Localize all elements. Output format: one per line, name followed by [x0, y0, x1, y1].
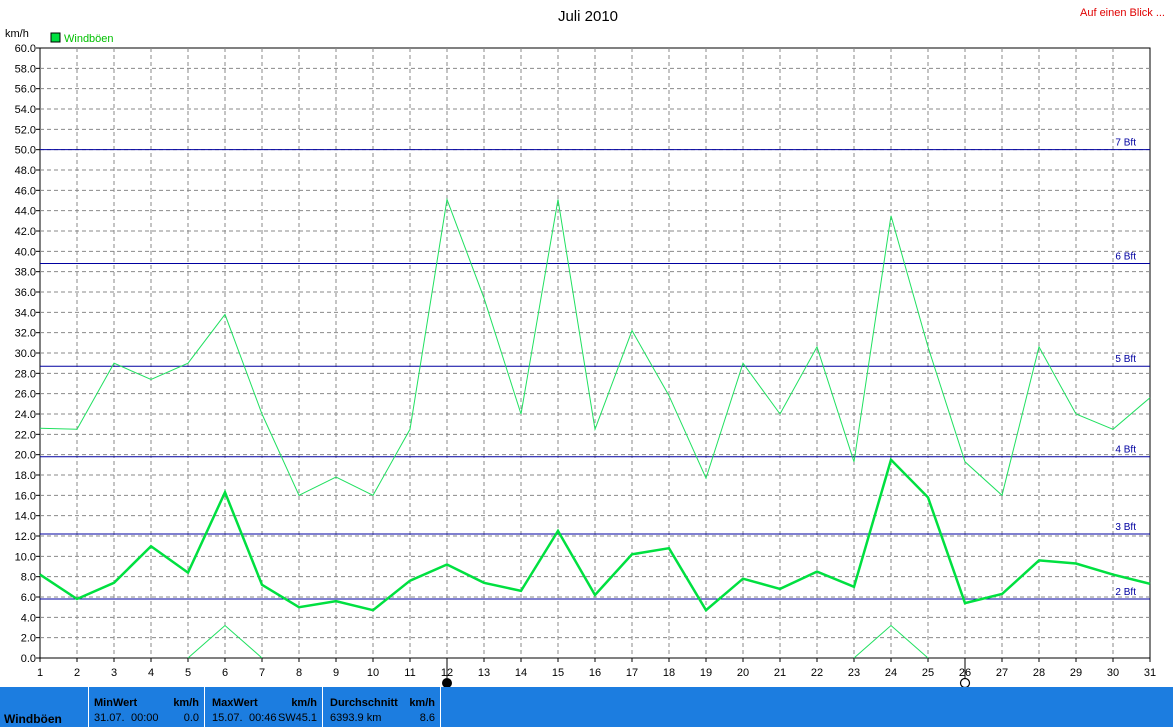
y-tick-label: 18.0	[15, 470, 36, 482]
y-tick-label: 50.0	[15, 145, 36, 157]
chart-title: Juli 2010	[558, 8, 618, 25]
y-tick-label: 38.0	[15, 267, 36, 279]
x-tick-label: 30	[1107, 667, 1119, 679]
y-tick-label: 10.0	[15, 551, 36, 563]
y-tick-label: 22.0	[15, 429, 36, 441]
x-tick-label: 29	[1070, 667, 1082, 679]
beaufort-label: 7 Bft	[1115, 138, 1136, 149]
min-time: 00:00	[131, 712, 159, 724]
max-date: 15.07.	[212, 712, 243, 724]
avg-header: Durchschnitt	[330, 697, 398, 709]
max-direction: SW	[278, 712, 296, 724]
x-tick-label: 7	[259, 667, 265, 679]
y-tick-label: 58.0	[15, 63, 36, 75]
x-tick-label: 21	[774, 667, 786, 679]
x-tick-label: 2	[74, 667, 80, 679]
y-tick-label: 28.0	[15, 368, 36, 380]
x-tick-label: 9	[333, 667, 339, 679]
y-unit-label: km/h	[5, 28, 29, 40]
x-tick-label: 5	[185, 667, 191, 679]
x-tick-label: 20	[737, 667, 749, 679]
footer-min-cell: MinWert km/h 31.07. 00:00 0.0	[88, 687, 205, 727]
stats-footer: Windböen MinWert km/h 31.07. 00:00 0.0 M…	[0, 687, 1173, 727]
avg-value: 8.6	[419, 712, 435, 724]
x-tick-label: 27	[996, 667, 1008, 679]
y-tick-label: 52.0	[15, 124, 36, 136]
y-tick-label: 24.0	[15, 409, 36, 421]
y-tick-label: 2.0	[21, 633, 36, 645]
y-tick-label: 42.0	[15, 226, 36, 238]
y-tick-label: 40.0	[15, 246, 36, 258]
y-tick-label: 34.0	[15, 307, 36, 319]
x-tick-label: 13	[478, 667, 490, 679]
legend-label: Windböen	[64, 33, 114, 45]
overview-link[interactable]: Auf einen Blick ...	[1080, 7, 1165, 19]
beaufort-label: 4 Bft	[1115, 445, 1136, 456]
avg-distance: 6393.9 km	[330, 712, 382, 724]
y-tick-label: 16.0	[15, 490, 36, 502]
max-time: 00:46	[249, 712, 277, 724]
beaufort-label: 5 Bft	[1115, 354, 1136, 365]
x-tick-label: 28	[1033, 667, 1045, 679]
x-tick-label: 3	[111, 667, 117, 679]
new-moon-icon	[959, 677, 971, 687]
y-tick-label: 30.0	[15, 348, 36, 360]
x-tick-label: 17	[626, 667, 638, 679]
x-tick-label: 19	[700, 667, 712, 679]
y-tick-label: 48.0	[15, 165, 36, 177]
y-tick-label: 36.0	[15, 287, 36, 299]
x-tick-label: 18	[663, 667, 675, 679]
x-tick-label: 1	[37, 667, 43, 679]
x-tick-label: 24	[885, 667, 897, 679]
y-tick-label: 14.0	[15, 511, 36, 523]
beaufort-label: 2 Bft	[1115, 587, 1136, 598]
min-header: MinWert	[94, 697, 138, 709]
y-tick-label: 60.0	[15, 43, 36, 55]
x-tick-label: 15	[552, 667, 564, 679]
x-tick-label: 25	[922, 667, 934, 679]
footer-avg-cell: Durchschnitt km/h 6393.9 km 8.6	[322, 687, 441, 727]
full-moon-icon	[442, 678, 452, 687]
footer-series-label: Windböen	[4, 712, 62, 726]
min-value: 0.0	[183, 712, 199, 724]
beaufort-label: 6 Bft	[1115, 252, 1136, 263]
y-tick-label: 54.0	[15, 104, 36, 116]
min-date: 31.07.	[94, 712, 125, 724]
y-tick-label: 56.0	[15, 84, 36, 96]
max-unit: km/h	[291, 697, 317, 709]
x-tick-label: 10	[367, 667, 379, 679]
y-tick-label: 46.0	[15, 185, 36, 197]
x-tick-label: 6	[222, 667, 228, 679]
y-tick-label: 32.0	[15, 328, 36, 340]
x-tick-label: 16	[589, 667, 601, 679]
y-tick-label: 0.0	[21, 653, 36, 665]
plot-area: 0.0 2.0 4.0 6.0 8.0 10.0 12.0 14.0 16.0 18.0 20.0 2…	[15, 43, 1156, 687]
max-value: 45.1	[295, 712, 317, 724]
x-tick-label: 11	[404, 667, 415, 679]
x-tick-label: 8	[296, 667, 302, 679]
footer-max-cell: MaxWert km/h 15.07. 00:46 SW 45.1	[204, 687, 323, 727]
x-tick-label: 22	[811, 667, 823, 679]
y-tick-label: 12.0	[15, 531, 36, 543]
legend-swatch	[50, 32, 61, 43]
y-tick-label: 4.0	[21, 612, 36, 624]
min-unit: km/h	[173, 697, 199, 709]
x-tick-label: 4	[148, 667, 154, 679]
avg-unit: km/h	[409, 697, 435, 709]
y-tick-label: 6.0	[21, 592, 36, 604]
y-tick-label: 20.0	[15, 450, 36, 462]
max-header: MaxWert	[212, 697, 258, 709]
y-tick-label: 44.0	[15, 206, 36, 218]
y-tick-label: 26.0	[15, 389, 36, 401]
chart: Juli 2010 Auf einen Blick ... km/h Windb…	[5, 7, 1165, 687]
footer-series-cell: Windböen	[0, 687, 89, 727]
y-tick-label: 8.0	[21, 572, 36, 584]
x-tick-label: 14	[515, 667, 527, 679]
beaufort-label: 3 Bft	[1115, 522, 1136, 533]
x-tick-label: 23	[848, 667, 860, 679]
x-tick-label: 31	[1144, 667, 1156, 679]
